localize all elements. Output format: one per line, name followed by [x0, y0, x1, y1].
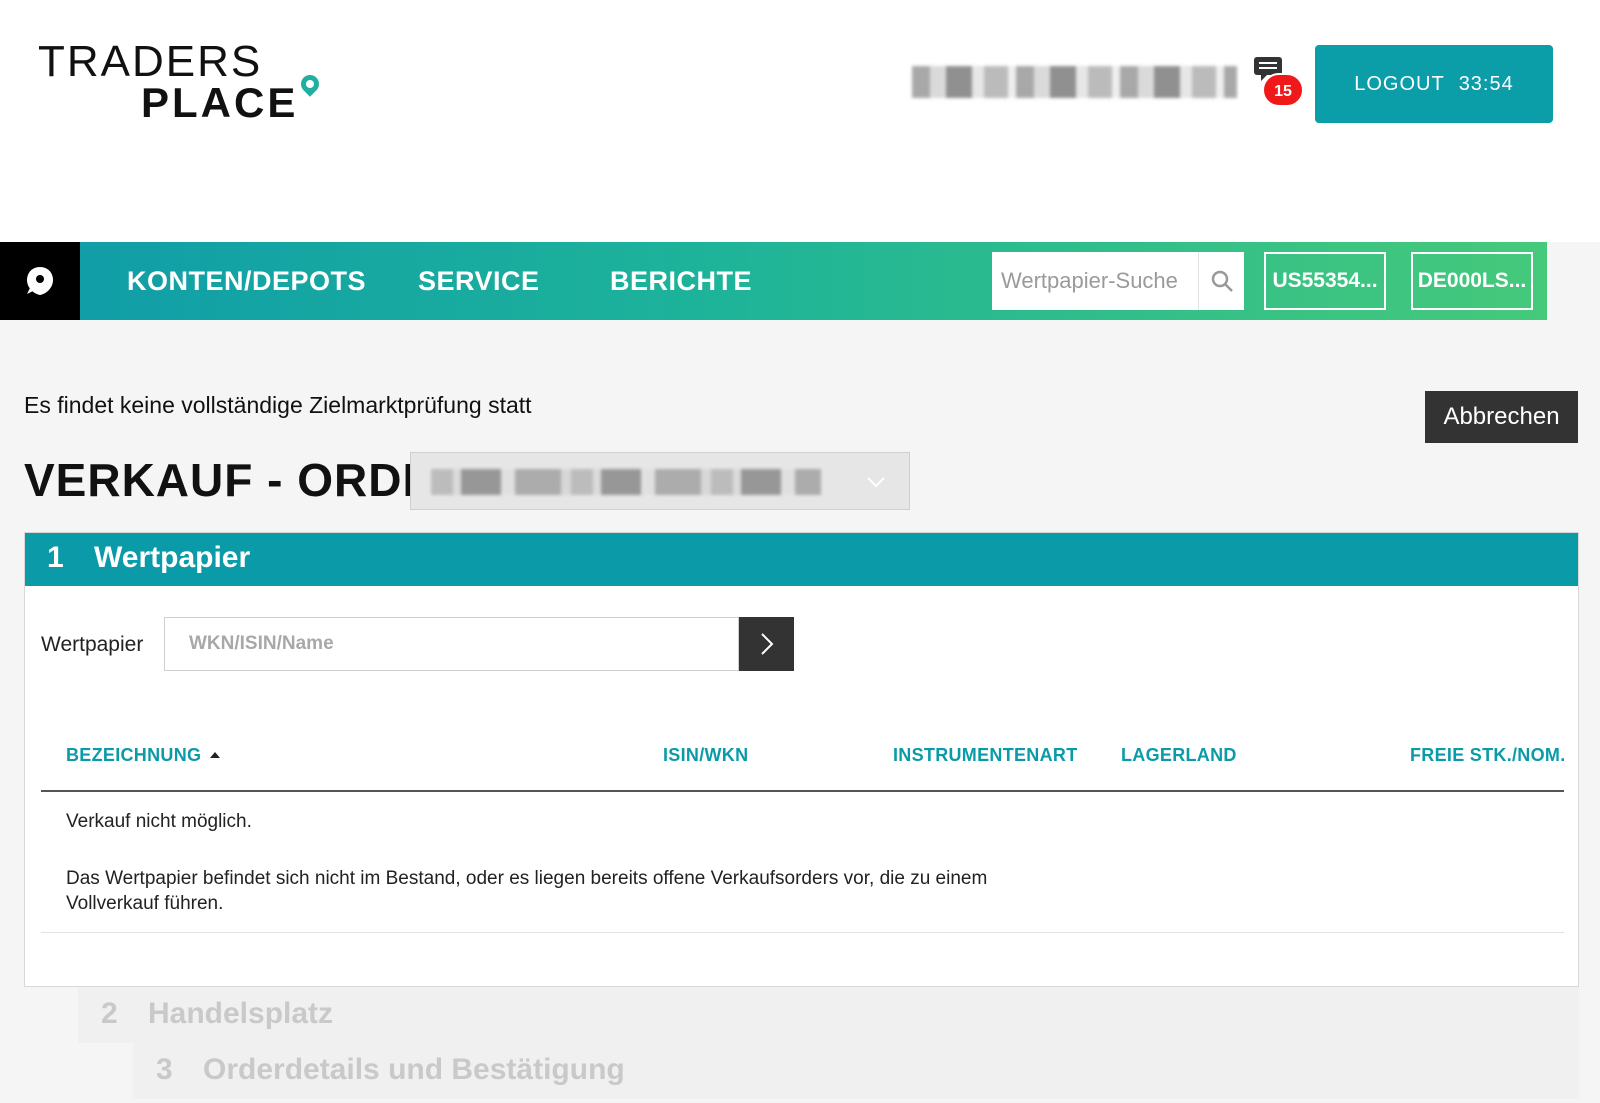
- security-search-input[interactable]: [992, 252, 1198, 310]
- section-title: Wertpapier: [94, 541, 251, 574]
- nav-item-service[interactable]: SERVICE: [418, 242, 540, 320]
- logout-button[interactable]: LOGOUT 33:54: [1315, 45, 1553, 123]
- header: TRADERS PLACE 15 LOGOUT 33:54: [0, 0, 1600, 242]
- search-icon: [1211, 270, 1233, 292]
- table-row-divider: [41, 932, 1564, 933]
- column-header-lagerland[interactable]: LAGERLAND: [1121, 745, 1237, 766]
- step-title: Handelsplatz: [148, 997, 334, 1030]
- section-number: 1: [47, 541, 64, 574]
- column-header-freie-stk[interactable]: FREIE STK./NOM.: [1410, 745, 1566, 766]
- step-orderdetails: 3 Orderdetails und Bestätigung: [133, 1043, 1579, 1099]
- nav-item-konten-depots[interactable]: KONTEN/DEPOTS: [127, 242, 366, 320]
- depot-select[interactable]: [410, 452, 910, 510]
- submit-security-button[interactable]: [739, 617, 794, 671]
- depot-name-redacted: [431, 469, 821, 495]
- column-header-bezeichnung[interactable]: BEZEICHNUNG: [66, 745, 221, 766]
- empty-state-title: Verkauf nicht möglich.: [66, 811, 252, 832]
- section-header: 1 Wertpapier: [25, 533, 1578, 586]
- wertpapier-label: Wertpapier: [41, 633, 144, 656]
- sort-ascending-icon: [210, 752, 221, 758]
- recent-security-chip-1[interactable]: US55354...: [1264, 252, 1386, 310]
- logo-text-traders: TRADERS: [38, 37, 263, 86]
- nav-item-berichte[interactable]: BERICHTE: [610, 242, 752, 320]
- logo[interactable]: TRADERS PLACE: [38, 40, 338, 130]
- session-timer: 33:54: [1458, 72, 1514, 95]
- home-button[interactable]: [0, 242, 80, 320]
- home-pin-icon: [27, 267, 53, 295]
- step-number: 3: [156, 1053, 173, 1086]
- step-handelsplatz: 2 Handelsplatz: [78, 987, 1579, 1043]
- page-title: VERKAUF - ORDER: [24, 454, 469, 506]
- step-number: 2: [101, 997, 118, 1030]
- table-header-divider: [41, 790, 1564, 792]
- empty-state-description: Das Wertpapier befindet sich nicht im Be…: [66, 868, 988, 914]
- section-wertpapier: 1 Wertpapier Wertpapier BEZEICHNUNG ISIN…: [24, 532, 1579, 987]
- search-button[interactable]: [1198, 252, 1244, 310]
- chevron-down-icon: [867, 477, 885, 488]
- logout-label: LOGOUT: [1354, 72, 1445, 95]
- main-navigation: KONTEN/DEPOTS SERVICE BERICHTE US55354..…: [0, 242, 1547, 320]
- target-market-notice: Es findet keine vollständige Zielmarktpr…: [24, 392, 532, 418]
- wkn-isin-name-input[interactable]: [164, 617, 739, 671]
- message-count-badge[interactable]: 15: [1262, 73, 1304, 107]
- chevron-right-icon: [760, 633, 773, 655]
- location-pin-icon: [297, 71, 323, 97]
- logo-text-place: PLACE: [141, 79, 299, 126]
- column-header-label: BEZEICHNUNG: [66, 745, 202, 765]
- step-title: Orderdetails und Bestätigung: [203, 1053, 625, 1086]
- cancel-button[interactable]: Abbrechen: [1425, 391, 1578, 443]
- user-name-redacted: [912, 66, 1237, 98]
- recent-security-chip-2[interactable]: DE000LS...: [1411, 252, 1533, 310]
- column-header-isin-wkn[interactable]: ISIN/WKN: [663, 745, 748, 766]
- column-header-instrumentenart[interactable]: INSTRUMENTENART: [893, 745, 1078, 766]
